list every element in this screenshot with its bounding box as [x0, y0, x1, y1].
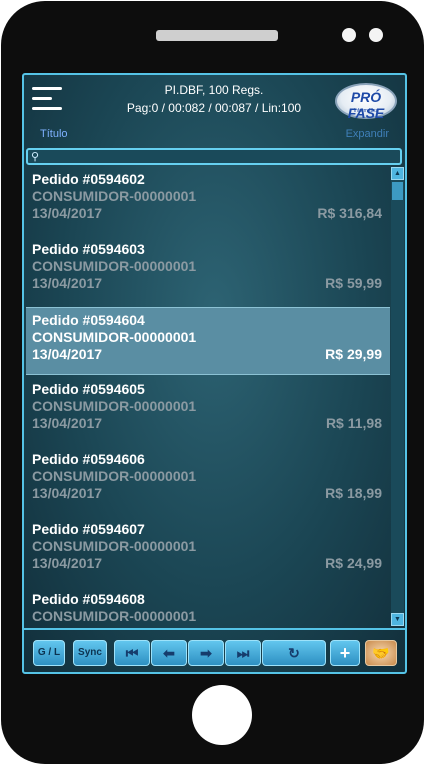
scroll-thumb[interactable]	[392, 182, 403, 200]
last-page-icon: ⏭	[236, 645, 250, 661]
orders-list: Pedido #0594602 CONSUMIDOR-00000001 13/0…	[26, 167, 390, 626]
refresh-button[interactable]: ↻	[262, 640, 326, 666]
speaker-grille	[156, 30, 278, 41]
list-item[interactable]: Pedido #0594602 CONSUMIDOR-00000001 13/0…	[26, 167, 390, 235]
home-button[interactable]	[192, 685, 252, 745]
expand-link[interactable]: Expandir	[346, 128, 389, 140]
arrow-left-icon: ⬅	[163, 645, 175, 661]
scroll-up-icon[interactable]: ▲	[391, 167, 404, 180]
search-icon: ⚲	[31, 151, 40, 163]
handshake-button[interactable]: 🤝	[365, 640, 397, 666]
list-item-selected[interactable]: Pedido #0594604 CONSUMIDOR-00000001 13/0…	[26, 307, 390, 375]
plus-icon: +	[339, 643, 351, 663]
file-info: PI.DBF, 100 Regs.	[164, 83, 264, 97]
refresh-icon: ↻	[288, 645, 300, 661]
list-scrollbar[interactable]: ▲ ▼	[391, 167, 404, 626]
arrow-right-icon: ➡	[200, 645, 212, 661]
search-input[interactable]: ⚲	[26, 148, 402, 165]
phone-frame: PI.DBF, 100 Regs. Pag:0 / 00:082 / 00:08…	[1, 1, 424, 764]
list-item[interactable]: Pedido #0594603 CONSUMIDOR-00000001 13/0…	[26, 237, 390, 305]
app-screen: PI.DBF, 100 Regs. Pag:0 / 00:082 / 00:08…	[22, 73, 407, 674]
page-info: Pag:0 / 00:082 / 00:087 / Lin:100	[126, 101, 302, 115]
add-button[interactable]: +	[330, 640, 360, 666]
list-item[interactable]: Pedido #0594607 CONSUMIDOR-00000001 13/0…	[26, 517, 390, 585]
list-item[interactable]: Pedido #0594608 CONSUMIDOR-00000001	[26, 587, 390, 626]
bottom-toolbar: G / L Sync ⏮ ⬅ ➡ ⏭ ↻ + 🤝	[24, 628, 405, 672]
list-item[interactable]: Pedido #0594606 CONSUMIDOR-00000001 13/0…	[26, 447, 390, 515]
camera-dot	[342, 28, 356, 42]
title-label: Título	[40, 128, 68, 140]
first-page-button[interactable]: ⏮	[114, 640, 150, 666]
sync-button[interactable]: Sync	[73, 640, 107, 666]
sensor-dot	[369, 28, 383, 42]
gl-button[interactable]: G / L	[33, 640, 65, 666]
first-page-icon: ⏮	[125, 645, 139, 661]
scroll-down-icon[interactable]: ▼	[391, 613, 404, 626]
last-page-button[interactable]: ⏭	[225, 640, 261, 666]
next-button[interactable]: ➡	[188, 640, 224, 666]
handshake-icon: 🤝	[372, 645, 390, 661]
previous-button[interactable]: ⬅	[151, 640, 187, 666]
hamburger-menu-icon[interactable]	[32, 87, 62, 113]
profase-logo: PRÓ FASE Informática	[335, 83, 397, 121]
list-item[interactable]: Pedido #0594605 CONSUMIDOR-00000001 13/0…	[26, 377, 390, 445]
